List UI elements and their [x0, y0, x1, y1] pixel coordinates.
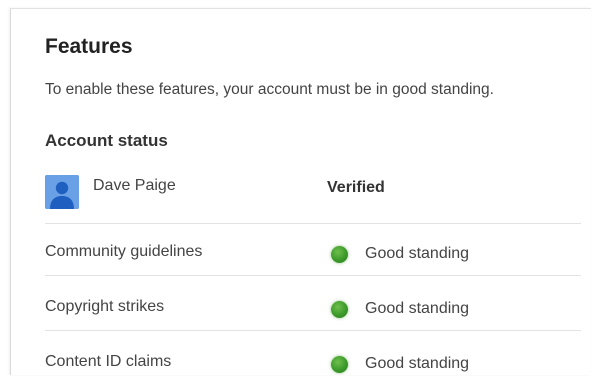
account-status-heading: Account status	[45, 131, 168, 150]
copyright-strikes-label: Copyright strikes	[45, 298, 165, 315]
green-status-dot-icon	[331, 355, 348, 373]
status-text: Good standing	[365, 245, 470, 262]
community-guidelines-status: Good standing	[331, 244, 469, 264]
green-status-dot-icon	[331, 245, 348, 263]
status-text: Good standing	[365, 355, 470, 372]
account-user-row: Dave Paige Verified	[45, 169, 581, 224]
page-title: Features	[45, 35, 133, 58]
status-row-community-guidelines: Community guidelines Good standing	[45, 221, 581, 276]
content-id-claims-label: Content ID claims	[45, 353, 172, 370]
status-row-copyright-strikes: Copyright strikes Good standing	[45, 276, 581, 331]
features-panel: Features To enable these features, your …	[10, 8, 591, 375]
community-guidelines-label: Community guidelines	[45, 243, 203, 260]
user-avatar-icon	[45, 175, 79, 209]
copyright-strikes-status: Good standing	[331, 299, 469, 319]
features-description: To enable these features, your account m…	[45, 81, 494, 98]
user-name: Dave Paige	[93, 177, 176, 194]
status-text: Good standing	[365, 300, 470, 317]
green-status-dot-icon	[331, 300, 348, 318]
status-row-content-id-claims: Content ID claims Good standing	[45, 331, 581, 375]
content-id-claims-status: Good standing	[331, 354, 469, 374]
verified-status: Verified	[327, 179, 385, 196]
